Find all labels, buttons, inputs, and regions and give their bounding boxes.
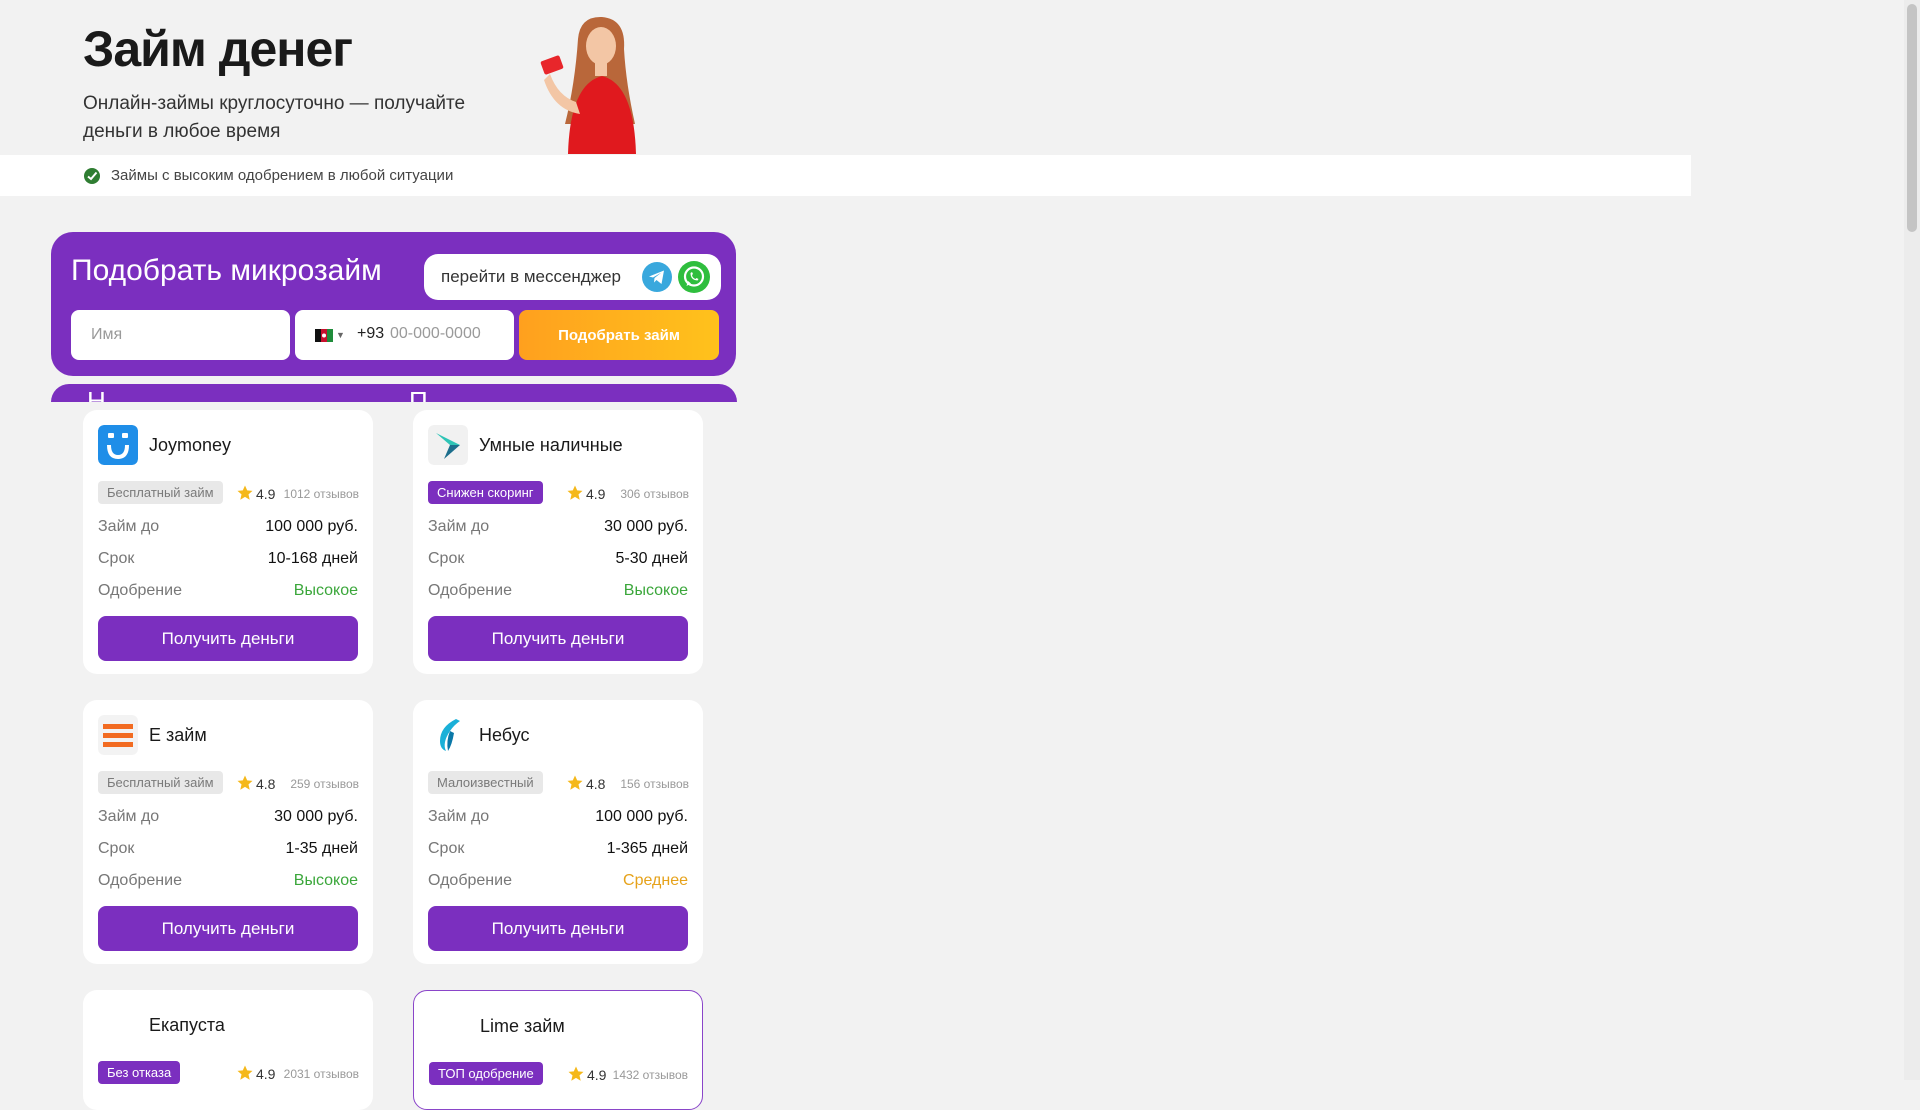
term-value: 1-35 дней: [285, 840, 358, 857]
offer-name: Екапуста: [149, 1015, 225, 1035]
offer-name: Joymoney: [149, 435, 232, 455]
offer-approval-row: Одобрение Среднее: [428, 872, 688, 894]
info-bar-text: Займы с высоким одобрением в любой ситуа…: [111, 167, 454, 184]
offer-rating: 4.8: [586, 776, 606, 792]
offer-card: Умные наличные Снижен скоринг 4.9 306 от…: [413, 410, 703, 674]
offer-badge: Малоизвестный: [428, 771, 543, 794]
amount-label: Займ до: [428, 808, 490, 825]
term-label: Срок: [98, 550, 135, 567]
scrollbar-thumb[interactable]: [1907, 4, 1917, 232]
whatsapp-icon[interactable]: [678, 261, 710, 293]
umnye-nalichnye-logo-icon: [428, 425, 468, 465]
offers-header-strip: Н П: [51, 384, 737, 402]
offer-card: Екапуста Без отказа 4.9 2031 отзывов: [83, 990, 373, 1110]
approval-label: Одобрение: [98, 582, 182, 599]
nebus-logo-icon: [440, 719, 460, 751]
get-money-button[interactable]: Получить деньги: [98, 616, 358, 661]
amount-label: Займ до: [98, 518, 160, 535]
e-zaim-logo-icon: [98, 715, 138, 755]
pick-loan-button[interactable]: Подобрать займ: [519, 310, 719, 360]
approval-value: Высокое: [293, 872, 358, 889]
messenger-label: перейти в мессенджер: [441, 267, 622, 286]
offer-approval-row: Одобрение Высокое: [428, 582, 688, 604]
amount-value: 100 000 руб.: [595, 808, 688, 825]
approval-label: Одобрение: [428, 582, 512, 599]
offer-badge: Бесплатный займ: [98, 481, 223, 504]
scrollbar[interactable]: [1904, 0, 1920, 1080]
term-label: Срок: [98, 840, 135, 857]
offer-approval-row: Одобрение Высокое: [98, 872, 358, 894]
amount-value: 100 000 руб.: [265, 518, 358, 535]
page-title: Займ денег: [83, 21, 353, 77]
loan-picker-form: Подобрать микрозайм перейти в мессенджер…: [51, 232, 736, 376]
page-subtitle: Онлайн-займы круглосуточно — получайте д…: [83, 93, 466, 142]
phone-input[interactable]: ▼ +93 00-000-0000: [295, 310, 514, 360]
name-input[interactable]: [71, 310, 290, 360]
term-value: 10-168 дней: [267, 550, 358, 567]
joymoney-logo-icon: [98, 425, 138, 465]
offer-rating: 4.9: [256, 486, 276, 502]
phone-placeholder: 00-000-0000: [390, 325, 481, 342]
offer-amount-row: Займ до 100 000 руб.: [428, 808, 688, 830]
get-money-button[interactable]: Получить деньги: [428, 616, 688, 661]
offer-reviews-link[interactable]: 1012 отзывов: [284, 487, 359, 501]
amount-value: 30 000 руб.: [274, 808, 358, 825]
offer-term-row: Срок 1-365 дней: [428, 840, 688, 862]
hero-woman-image: [540, 16, 636, 154]
offer-amount-row: Займ до 30 000 руб.: [428, 518, 688, 540]
get-money-button[interactable]: Получить деньги: [98, 906, 358, 951]
offer-amount-row: Займ до 100 000 руб.: [98, 518, 358, 540]
star-icon: [567, 485, 583, 500]
star-icon: [237, 775, 253, 790]
offer-rating: 4.9: [586, 486, 606, 502]
approval-value: Среднее: [623, 872, 688, 889]
telegram-icon[interactable]: [642, 262, 672, 292]
approval-label: Одобрение: [428, 872, 512, 889]
term-label: Срок: [428, 550, 465, 567]
offer-approval-row: Одобрение Высокое: [98, 582, 358, 604]
offer-badge: Бесплатный займ: [98, 771, 223, 794]
approval-value: Высокое: [293, 582, 358, 599]
approval-label: Одобрение: [98, 872, 182, 889]
info-bar: Займы с высоким одобрением в любой ситуа…: [0, 155, 1691, 196]
picker-title: Подобрать микрозайм: [71, 254, 382, 287]
star-icon: [237, 485, 253, 500]
offer-reviews-link[interactable]: 306 отзывов: [620, 487, 689, 501]
offer-term-row: Срок 1-35 дней: [98, 840, 358, 862]
offer-badge: ТОП одобрение: [429, 1062, 543, 1085]
chevron-down-icon[interactable]: ▼: [336, 330, 345, 340]
offer-card: Е займ Бесплатный займ 4.8 259 отзывов З…: [83, 700, 373, 964]
phone-code: +93: [357, 325, 385, 342]
offer-reviews-link[interactable]: 2031 отзывов: [284, 1067, 359, 1081]
offer-rating: 4.8: [256, 776, 276, 792]
offer-rating: 4.9: [587, 1067, 607, 1083]
offer-amount-row: Займ до 30 000 руб.: [98, 808, 358, 830]
afghanistan-flag-icon[interactable]: [315, 329, 333, 342]
get-money-button[interactable]: Получить деньги: [428, 906, 688, 951]
check-circle-icon: [84, 168, 100, 184]
star-icon: [567, 775, 583, 790]
amount-label: Займ до: [98, 808, 160, 825]
offer-reviews-link[interactable]: 156 отзывов: [620, 777, 689, 791]
offer-card: Lime займ ТОП одобрение 4.9 1432 отзывов: [413, 990, 703, 1110]
term-value: 1-365 дней: [606, 840, 688, 857]
offer-card: Joymoney Бесплатный займ 4.9 1012 отзыво…: [83, 410, 373, 674]
offer-name: Небус: [479, 725, 530, 745]
term-label: Срок: [428, 840, 465, 857]
messenger-box: перейти в мессенджер: [424, 254, 721, 300]
amount-label: Займ до: [428, 518, 490, 535]
offer-term-row: Срок 10-168 дней: [98, 550, 358, 572]
amount-value: 30 000 руб.: [604, 518, 688, 535]
approval-value: Высокое: [623, 582, 688, 599]
offer-term-row: Срок 5-30 дней: [428, 550, 688, 572]
offer-name: Е займ: [149, 725, 207, 745]
offer-name: Lime займ: [480, 1016, 565, 1036]
offer-name: Умные наличные: [479, 435, 623, 455]
star-icon: [237, 1065, 253, 1080]
offer-card: Небус Малоизвестный 4.8 156 отзывов Займ…: [413, 700, 703, 964]
offer-reviews-link[interactable]: 259 отзывов: [290, 777, 359, 791]
offer-badge: Снижен скоринг: [428, 481, 543, 504]
offer-badge: Без отказа: [98, 1061, 181, 1084]
term-value: 5-30 дней: [615, 550, 688, 567]
